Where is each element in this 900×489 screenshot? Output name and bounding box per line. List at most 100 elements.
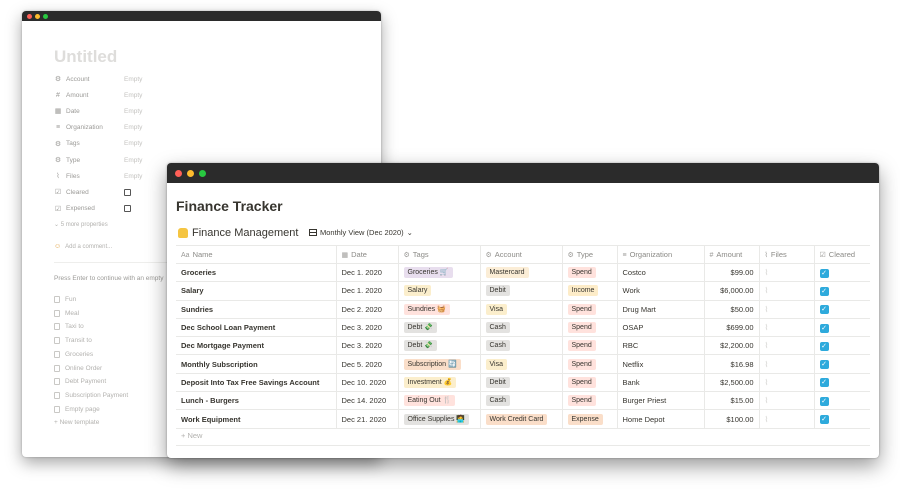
amount-cell[interactable]: $2,500.00	[704, 373, 760, 393]
checkbox-checked-icon[interactable]: ✓	[819, 323, 829, 333]
maximize-icon[interactable]	[199, 169, 206, 177]
property-row-cleared[interactable]: ☑ Cleared	[54, 186, 131, 198]
column-header-tags[interactable]: ⚙ Tags	[398, 245, 481, 264]
amount-cell[interactable]: $99.00	[704, 263, 760, 283]
template-item[interactable]: Meal	[54, 309, 79, 317]
table-row[interactable]: Salary Dec 1. 2020 Salary Debit Income Work $6…	[176, 281, 870, 301]
account-cell[interactable]: Cash	[480, 318, 563, 338]
amount-cell[interactable]: $15.00	[704, 391, 760, 411]
type-cell[interactable]: Spend	[562, 373, 618, 393]
table-row[interactable]: Dec Mortgage Payment Dec 3. 2020 Debt 💸 Cas…	[176, 336, 870, 356]
type-cell[interactable]: Spend	[562, 318, 618, 338]
template-item[interactable]: Debt Payment	[54, 378, 106, 386]
template-item[interactable]: Empty page	[54, 405, 100, 413]
column-header-files[interactable]: ⌇ Files	[759, 245, 815, 264]
organization-cell[interactable]: RBC	[617, 336, 705, 356]
account-cell[interactable]: Work Credit Card	[480, 409, 563, 429]
organization-cell[interactable]: OSAP	[617, 318, 705, 338]
checkbox[interactable]	[124, 188, 131, 196]
property-row-tags[interactable]: ⚙ Tags Empty	[54, 138, 143, 150]
account-cell[interactable]: Debit	[480, 373, 563, 393]
date-cell[interactable]: Dec 1. 2020	[336, 263, 399, 283]
organization-cell[interactable]: Drug Mart	[617, 300, 705, 319]
files-cell[interactable]: ⌇	[759, 354, 815, 374]
checkbox-checked-icon[interactable]: ✓	[819, 360, 829, 370]
checkbox[interactable]	[124, 205, 131, 213]
tags-cell[interactable]: Subscription 🔄	[398, 354, 481, 374]
column-header-account[interactable]: ⚙ Account	[480, 245, 563, 264]
checkbox-checked-icon[interactable]: ✓	[819, 415, 829, 425]
template-item[interactable]: Online Order	[54, 364, 102, 372]
files-cell[interactable]: ⌇	[759, 263, 815, 283]
name-cell[interactable]: Monthly Subscription	[176, 354, 337, 374]
tags-cell[interactable]: Salary	[398, 281, 481, 301]
checkbox-checked-icon[interactable]: ✓	[819, 268, 829, 278]
name-cell[interactable]: Salary	[176, 281, 337, 301]
column-header-name[interactable]: Aa Name	[176, 245, 337, 264]
close-icon[interactable]	[27, 13, 32, 19]
name-cell[interactable]: Work Equipment	[176, 409, 337, 429]
cleared-cell[interactable]: ✓	[814, 318, 870, 338]
files-cell[interactable]: ⌇	[759, 281, 815, 301]
cleared-cell[interactable]: ✓	[814, 336, 870, 356]
cleared-cell[interactable]: ✓	[814, 354, 870, 374]
column-header-cleared[interactable]: ☑ Cleared	[814, 245, 870, 264]
type-cell[interactable]: Spend	[562, 336, 618, 356]
files-cell[interactable]: ⌇	[759, 373, 815, 393]
more-properties-toggle[interactable]: ⌄ 5 more properties	[54, 221, 108, 228]
amount-cell[interactable]: $100.00	[704, 409, 760, 429]
tags-cell[interactable]: Groceries 🛒	[398, 263, 481, 283]
add-comment[interactable]: ☺ Add a comment...	[54, 243, 112, 250]
property-row-expensed[interactable]: ☑ Expensed	[54, 203, 131, 215]
files-cell[interactable]: ⌇	[759, 318, 815, 338]
organization-cell[interactable]: Netflix	[617, 354, 705, 374]
tags-cell[interactable]: Debt 💸	[398, 318, 481, 338]
minimize-icon[interactable]	[35, 13, 40, 19]
date-cell[interactable]: Dec 3. 2020	[336, 318, 399, 338]
column-header-type[interactable]: ⚙ Type	[562, 245, 618, 264]
new-row-button[interactable]: + New	[181, 431, 202, 440]
date-cell[interactable]: Dec 21. 2020	[336, 409, 399, 429]
tags-cell[interactable]: Eating Out 🍴	[398, 391, 481, 411]
property-row-files[interactable]: ⌇ Files Empty	[54, 170, 142, 182]
amount-cell[interactable]: $2,200.00	[704, 336, 760, 356]
page-title[interactable]: Finance Tracker	[176, 198, 283, 214]
files-cell[interactable]: ⌇	[759, 409, 815, 429]
property-value[interactable]: Empty	[124, 76, 142, 83]
type-cell[interactable]: Spend	[562, 300, 618, 319]
property-value[interactable]: Empty	[124, 157, 142, 164]
name-cell[interactable]: Lunch - Burgers	[176, 391, 337, 411]
table-row[interactable]: Sundries Dec 2. 2020 Sundries 🧺 Visa Spend Dr…	[176, 300, 870, 319]
checkbox-checked-icon[interactable]: ✓	[819, 396, 829, 406]
account-cell[interactable]: Cash	[480, 391, 563, 411]
template-item[interactable]: Taxi to	[54, 323, 84, 331]
template-item[interactable]: Transit to	[54, 337, 92, 345]
close-icon[interactable]	[175, 169, 182, 177]
name-cell[interactable]: Dec Mortgage Payment	[176, 336, 337, 356]
checkbox-checked-icon[interactable]: ✓	[819, 378, 829, 388]
organization-cell[interactable]: Work	[617, 281, 705, 301]
page-title[interactable]: Untitled	[54, 47, 117, 67]
tags-cell[interactable]: Investment 💰	[398, 373, 481, 393]
property-row-date[interactable]: ▦ Date Empty	[54, 105, 143, 117]
name-cell[interactable]: Deposit Into Tax Free Savings Account	[176, 373, 337, 393]
date-cell[interactable]: Dec 3. 2020	[336, 336, 399, 356]
checkbox-checked-icon[interactable]: ✓	[819, 341, 829, 351]
new-template-button[interactable]: + New template	[54, 419, 99, 426]
organization-cell[interactable]: Burger Priest	[617, 391, 705, 411]
tags-cell[interactable]: Office Supplies 🧑‍💻	[398, 409, 481, 429]
template-item[interactable]: Groceries	[54, 350, 93, 358]
amount-cell[interactable]: $50.00	[704, 300, 760, 319]
table-row[interactable]: Deposit Into Tax Free Savings Account Dec…	[176, 373, 870, 393]
files-cell[interactable]: ⌇	[759, 391, 815, 411]
cleared-cell[interactable]: ✓	[814, 391, 870, 411]
table-row[interactable]: Dec School Loan Payment Dec 3. 2020 Debt 💸…	[176, 318, 870, 338]
files-cell[interactable]: ⌇	[759, 336, 815, 356]
database-title[interactable]: Finance Management	[178, 227, 298, 239]
organization-cell[interactable]: Costco	[617, 263, 705, 283]
name-cell[interactable]: Sundries	[176, 300, 337, 319]
checkbox-checked-icon[interactable]: ✓	[819, 305, 829, 315]
property-row-type[interactable]: ⚙ Type Empty	[54, 154, 143, 166]
table-row[interactable]: Groceries Dec 1. 2020 Groceries 🛒 Mastercar…	[176, 263, 870, 283]
type-cell[interactable]: Expense	[562, 409, 618, 429]
